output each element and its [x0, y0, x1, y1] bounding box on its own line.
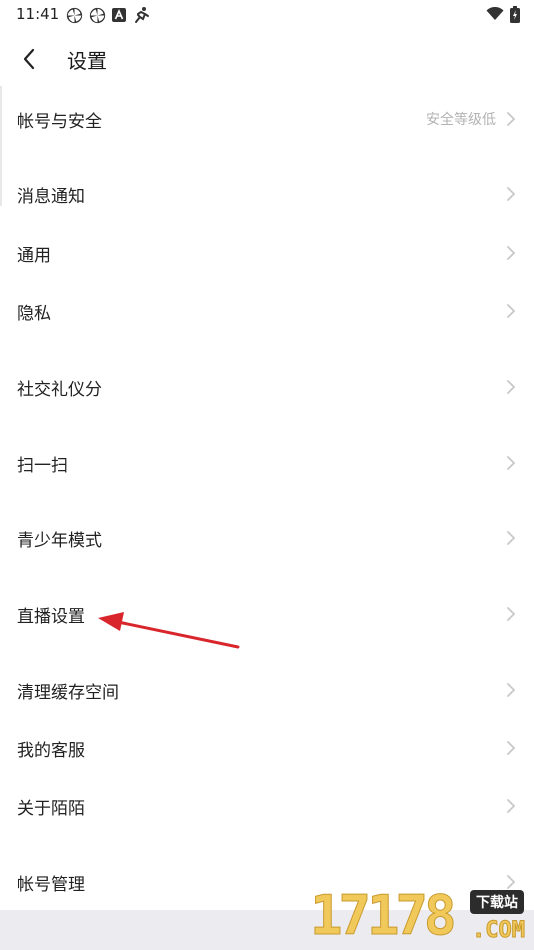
chevron-right-icon — [506, 605, 518, 623]
row-label: 扫一扫 — [17, 455, 68, 476]
wifi-icon — [486, 7, 504, 20]
settings-row-general[interactable]: 通用 — [0, 228, 534, 278]
back-button[interactable] — [14, 44, 44, 74]
chevron-right-icon — [506, 378, 518, 396]
settings-row-social-etiquette-score[interactable]: 社交礼仪分 — [0, 362, 534, 412]
row-label: 社交礼仪分 — [17, 379, 102, 400]
chevron-right-icon — [506, 244, 518, 262]
settings-row-notifications[interactable]: 消息通知 — [0, 169, 534, 219]
chevron-right-icon — [506, 454, 518, 472]
status-icons-left — [66, 6, 150, 24]
font-a-icon — [112, 8, 126, 22]
settings-row-about[interactable]: 关于陌陌 — [0, 781, 534, 831]
security-level-text: 安全等级低 — [426, 112, 496, 128]
battery-icon — [510, 5, 520, 23]
chevron-right-icon — [506, 302, 518, 320]
row-label: 通用 — [17, 245, 51, 266]
settings-row-customer-service[interactable]: 我的客服 — [0, 723, 534, 773]
chevron-right-icon — [506, 739, 518, 757]
row-label: 清理缓存空间 — [17, 682, 119, 703]
settings-row-account-security[interactable]: 帐号与安全 安全等级低 — [0, 94, 534, 144]
pinwheel-icon — [89, 7, 106, 23]
page-title: 设置 — [67, 49, 107, 73]
running-icon — [135, 7, 149, 23]
chevron-right-icon — [506, 110, 518, 128]
watermark-suffix: .COM — [472, 918, 526, 944]
settings-row-privacy[interactable]: 隐私 — [0, 286, 534, 336]
chevron-right-icon — [506, 185, 518, 203]
row-label: 帐号与安全 — [17, 111, 102, 132]
chevron-left-icon — [23, 48, 35, 70]
header: 设置 — [0, 30, 534, 86]
chevron-right-icon — [506, 681, 518, 699]
pinwheel-icon — [66, 7, 83, 23]
row-label: 我的客服 — [17, 740, 85, 761]
settings-row-teen-mode[interactable]: 青少年模式 — [0, 513, 534, 563]
chevron-right-icon — [506, 529, 518, 547]
chevron-right-icon — [506, 797, 518, 815]
row-label: 隐私 — [17, 303, 51, 324]
watermark-digits: 17178 — [310, 884, 458, 947]
status-bar: 11:41 — [0, 0, 534, 30]
settings-row-live-settings[interactable]: 直播设置 — [0, 589, 534, 639]
watermark-logo: 17178 下载站 .COM — [308, 884, 534, 950]
row-label: 青少年模式 — [17, 530, 102, 551]
row-label: 关于陌陌 — [17, 798, 85, 819]
status-time: 11:41 — [16, 5, 60, 23]
row-label: 帐号管理 — [17, 874, 85, 895]
row-label: 直播设置 — [17, 606, 85, 627]
settings-row-clear-cache[interactable]: 清理缓存空间 — [0, 665, 534, 715]
settings-row-scan[interactable]: 扫一扫 — [0, 438, 534, 488]
row-label: 消息通知 — [17, 186, 85, 207]
watermark-badge: 下载站 — [470, 890, 524, 914]
status-icons-right — [486, 5, 520, 23]
